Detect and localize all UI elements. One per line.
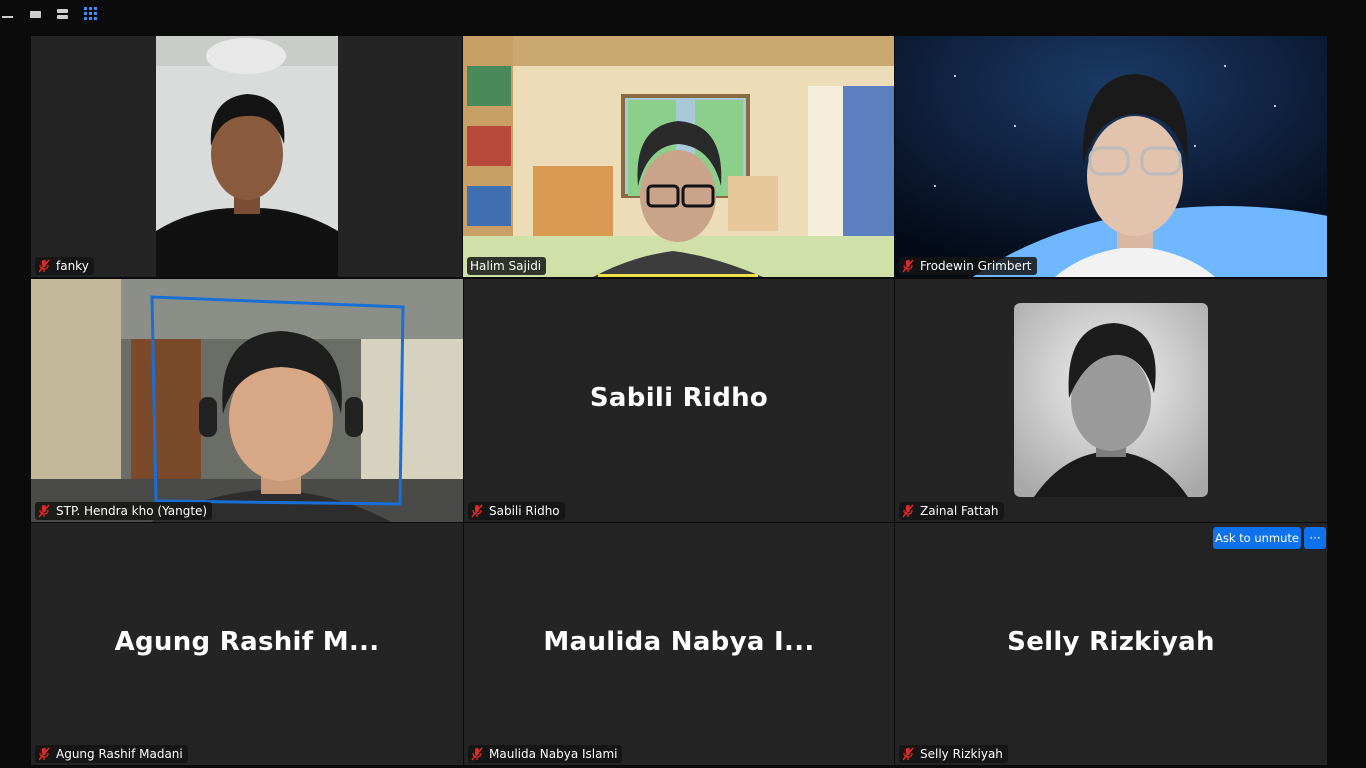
participant-video — [895, 36, 1327, 277]
video-tile-halim-sajidi[interactable]: Halim Sajidi — [463, 36, 894, 277]
participant-video — [463, 36, 894, 277]
participant-name: Frodewin Grimbert — [920, 259, 1032, 273]
participant-nametag: Sabili Ridho — [468, 502, 565, 520]
participant-name: fanky — [56, 259, 89, 273]
speaker-view-icon[interactable] — [30, 11, 41, 18]
participant-name: STP. Hendra kho (Yangte) — [56, 504, 208, 518]
video-tile-selly-rizkiyah[interactable]: Selly Rizkiyah Selly Rizkiyah — [895, 523, 1327, 765]
mic-muted-icon — [38, 747, 50, 761]
participant-display-name: Agung Rashif M... — [114, 627, 380, 657]
view-toolbar — [0, 0, 1366, 30]
profile-photo — [1014, 303, 1208, 497]
participant-nametag: Halim Sajidi — [467, 257, 547, 275]
participant-nametag: Zainal Fattah — [899, 502, 1004, 520]
participant-nametag: Frodewin Grimbert — [899, 257, 1037, 275]
mic-muted-icon — [902, 504, 914, 518]
mic-muted-icon — [902, 747, 914, 761]
participant-display-name: Sabili Ridho — [589, 383, 769, 413]
participant-video — [156, 36, 338, 277]
video-tile-sabili-ridho[interactable]: Sabili Ridho Sabili Ridho — [464, 279, 894, 522]
participant-name: Selly Rizkiyah — [920, 747, 1003, 761]
mic-muted-icon — [471, 504, 483, 518]
participant-name: Agung Rashif Madani — [56, 747, 183, 761]
more-options-button[interactable]: ··· — [1304, 527, 1326, 549]
participant-nametag: STP. Hendra kho (Yangte) — [35, 502, 213, 520]
video-tile-fanky[interactable]: fanky — [31, 36, 462, 277]
participant-display-name: Selly Rizkiyah — [1007, 627, 1215, 657]
mic-muted-icon — [38, 259, 50, 273]
minimize-icon[interactable] — [2, 16, 13, 18]
mic-muted-icon — [471, 747, 483, 761]
participant-nametag: Maulida Nabya Islami — [468, 745, 623, 763]
gallery-view-icon[interactable] — [84, 7, 97, 20]
video-tile-stp-hendra-kho[interactable]: STP. Hendra kho (Yangte) — [31, 279, 463, 522]
participant-name: Zainal Fattah — [920, 504, 999, 518]
participant-video — [31, 279, 463, 522]
strip-view-icon[interactable] — [57, 9, 68, 20]
participant-nametag: Agung Rashif Madani — [35, 745, 188, 763]
video-tile-agung-rashif-madani[interactable]: Agung Rashif M... Agung Rashif Madani — [31, 523, 463, 765]
participant-name: Halim Sajidi — [470, 259, 542, 273]
participant-name: Sabili Ridho — [489, 504, 560, 518]
ask-to-unmute-button[interactable]: Ask to unmute — [1213, 527, 1301, 549]
participant-display-name: Maulida Nabya I... — [543, 627, 815, 657]
participant-nametag: Selly Rizkiyah — [899, 745, 1008, 763]
mic-muted-icon — [38, 504, 50, 518]
video-tile-maulida-nabya-islami[interactable]: Maulida Nabya I... Maulida Nabya Islami — [464, 523, 894, 765]
participant-nametag: fanky — [35, 257, 94, 275]
video-tile-frodewin-grimbert[interactable]: Frodewin Grimbert — [895, 36, 1327, 277]
mic-muted-icon — [902, 259, 914, 273]
participant-name: Maulida Nabya Islami — [489, 747, 618, 761]
video-tile-zainal-fattah[interactable]: Zainal Fattah — [895, 279, 1327, 522]
